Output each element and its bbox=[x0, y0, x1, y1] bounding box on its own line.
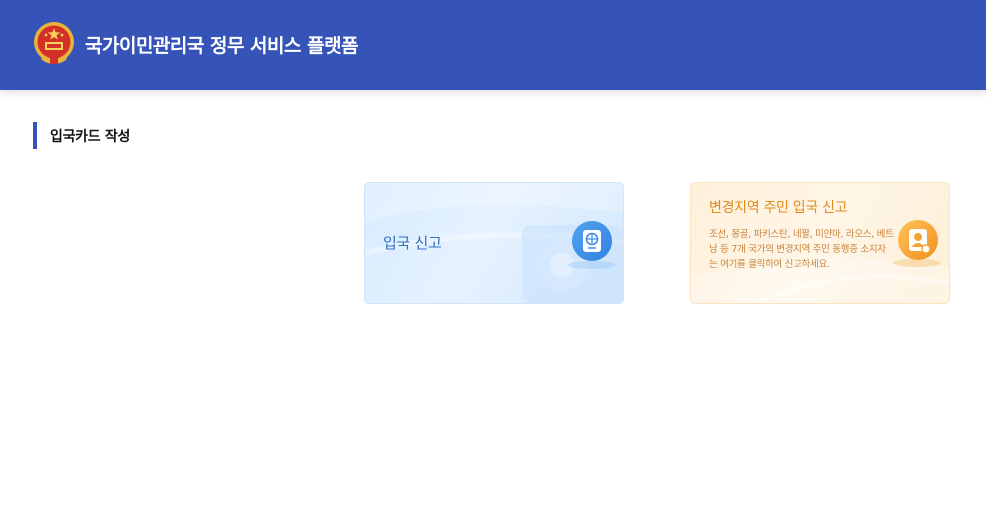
entry-declaration-card[interactable]: 입국 신고 bbox=[364, 182, 624, 304]
page-title: 국가이민관리국 정무 서비스 플랫폼 bbox=[85, 35, 359, 57]
border-resident-declaration-description: 조선, 몽골, 파키스탄, 네팔, 미얀마, 라오스, 베트남 등 7개 국가의… bbox=[709, 229, 894, 270]
national-emblem-icon bbox=[34, 22, 74, 64]
border-resident-declaration-card[interactable]: 변경지역 주민 입국 신고 조선, 몽골, 파키스탄, 네팔, 미얀마, 라오스… bbox=[690, 182, 950, 304]
section-title: 입국카드 작성 bbox=[50, 128, 131, 145]
section-heading: 입국카드 작성 bbox=[33, 122, 130, 149]
border-resident-declaration-title: 변경지역 주민 입국 신고 bbox=[709, 200, 848, 216]
section-accent-bar bbox=[33, 122, 37, 149]
entry-declaration-label: 입국 신고 bbox=[383, 234, 442, 252]
app-header: 국가이민관리국 정무 서비스 플랫폼 bbox=[0, 0, 986, 90]
passport-icon bbox=[572, 221, 612, 261]
id-card-icon bbox=[898, 220, 938, 260]
